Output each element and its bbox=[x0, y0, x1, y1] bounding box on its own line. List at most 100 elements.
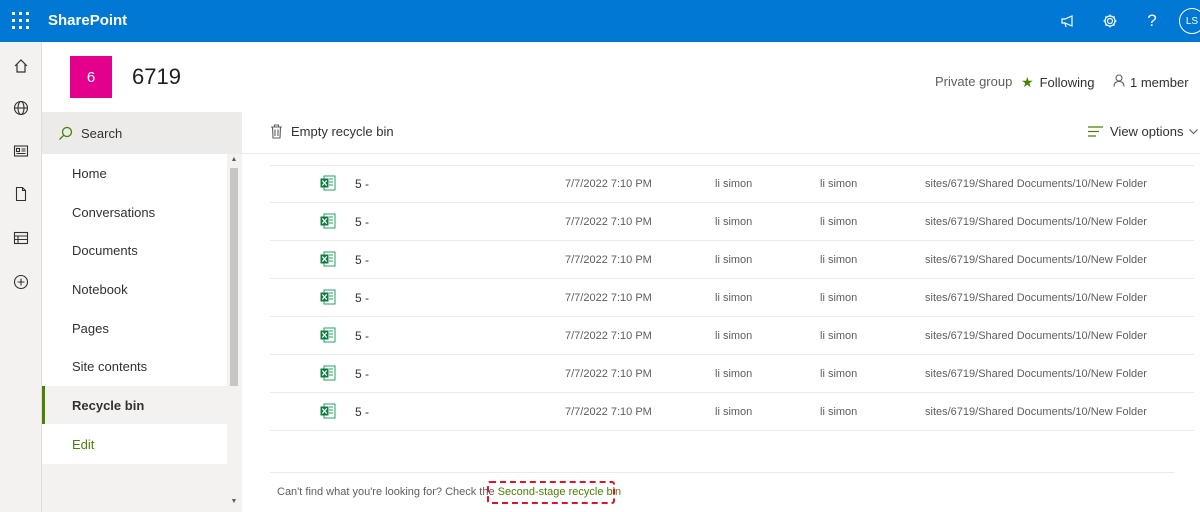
excel-file-icon bbox=[320, 213, 336, 229]
excel-file-icon bbox=[320, 251, 336, 267]
item-name[interactable]: 5 - bbox=[355, 329, 369, 343]
trash-icon bbox=[270, 124, 283, 139]
view-options-button[interactable]: View options bbox=[1088, 124, 1199, 139]
created-by: li simon bbox=[820, 292, 858, 304]
view-options-icon bbox=[1088, 126, 1103, 137]
empty-recycle-bin-label: Empty recycle bin bbox=[291, 124, 394, 139]
site-title[interactable]: 6719 bbox=[132, 64, 181, 90]
table-row[interactable]: 5 - 7/7/2022 7:10 PM li simon li simon s… bbox=[270, 203, 1194, 241]
footer-divider bbox=[270, 472, 1174, 473]
nav-item-pages[interactable]: Pages bbox=[42, 309, 227, 347]
suite-bar: SharePoint ? LS bbox=[0, 0, 1200, 42]
original-location: sites/6719/Shared Documents/10/New Folde… bbox=[925, 178, 1147, 190]
megaphone-icon[interactable] bbox=[1057, 10, 1079, 32]
nav-scrollbar[interactable]: ▲ ▼ bbox=[228, 154, 240, 512]
list-icon[interactable] bbox=[11, 228, 31, 248]
created-by: li simon bbox=[820, 406, 858, 418]
deleted-by: li simon bbox=[715, 216, 753, 228]
scroll-down-icon[interactable]: ▼ bbox=[230, 498, 238, 505]
date-deleted: 7/7/2022 7:10 PM bbox=[565, 292, 652, 304]
nav-item-notebook[interactable]: Notebook bbox=[42, 270, 227, 308]
document-icon[interactable] bbox=[11, 184, 31, 204]
nav-item-edit[interactable]: Edit bbox=[42, 425, 227, 463]
excel-file-icon bbox=[320, 365, 336, 381]
excel-file-icon bbox=[320, 175, 336, 191]
search-icon bbox=[58, 126, 73, 141]
table-row[interactable]: 5 - 7/7/2022 7:10 PM li simon li simon s… bbox=[270, 241, 1194, 279]
privacy-text: Private group bbox=[935, 74, 1013, 89]
deleted-by: li simon bbox=[715, 292, 753, 304]
left-nav: Search Home Conversations Documents Note… bbox=[42, 112, 242, 512]
site-logo[interactable]: 6 bbox=[70, 56, 112, 98]
globe-icon[interactable] bbox=[11, 98, 31, 118]
item-name[interactable]: 5 - bbox=[355, 405, 369, 419]
item-name[interactable]: 5 - bbox=[355, 215, 369, 229]
footer-prompt: Can't find what you're looking for? Chec… bbox=[277, 486, 498, 498]
nav-item-site-contents[interactable]: Site contents bbox=[42, 347, 227, 385]
chevron-down-icon bbox=[1189, 128, 1199, 135]
scroll-up-icon[interactable]: ▲ bbox=[230, 156, 238, 163]
view-options-label: View options bbox=[1110, 124, 1184, 139]
original-location: sites/6719/Shared Documents/10/New Folde… bbox=[925, 406, 1147, 418]
date-deleted: 7/7/2022 7:10 PM bbox=[565, 406, 652, 418]
excel-file-icon bbox=[320, 403, 336, 419]
news-icon[interactable] bbox=[11, 141, 31, 161]
created-by: li simon bbox=[820, 368, 858, 380]
nav-item-home[interactable]: Home bbox=[42, 154, 227, 192]
original-location: sites/6719/Shared Documents/10/New Folde… bbox=[925, 292, 1147, 304]
deleted-by: li simon bbox=[715, 368, 753, 380]
item-name[interactable]: 5 - bbox=[355, 367, 369, 381]
empty-recycle-bin-button[interactable]: Empty recycle bin bbox=[270, 124, 394, 139]
add-icon[interactable] bbox=[11, 272, 31, 292]
table-row[interactable]: 5 - 7/7/2022 7:10 PM li simon li simon s… bbox=[270, 279, 1194, 317]
created-by: li simon bbox=[820, 254, 858, 266]
app-brand[interactable]: SharePoint bbox=[48, 12, 127, 29]
app-rail bbox=[0, 42, 42, 512]
deleted-by: li simon bbox=[715, 406, 753, 418]
original-location: sites/6719/Shared Documents/10/New Folde… bbox=[925, 216, 1147, 228]
nav-search-box[interactable]: Search bbox=[42, 112, 242, 154]
excel-file-icon bbox=[320, 289, 336, 305]
item-name[interactable]: 5 - bbox=[355, 177, 369, 191]
gear-icon[interactable] bbox=[1099, 10, 1121, 32]
members-button[interactable]: 1 member bbox=[1113, 74, 1189, 90]
original-location: sites/6719/Shared Documents/10/New Folde… bbox=[925, 368, 1147, 380]
deleted-by: li simon bbox=[715, 330, 753, 342]
table-row[interactable]: 5 - 7/7/2022 7:10 PM li simon li simon s… bbox=[270, 393, 1194, 431]
date-deleted: 7/7/2022 7:10 PM bbox=[565, 368, 652, 380]
members-label: 1 member bbox=[1130, 74, 1189, 90]
home-icon[interactable] bbox=[11, 56, 31, 76]
privacy-label: Private group bbox=[935, 74, 1012, 89]
created-by: li simon bbox=[820, 216, 858, 228]
nav-item-documents[interactable]: Documents bbox=[42, 231, 227, 269]
avatar[interactable]: LS bbox=[1179, 8, 1200, 34]
table-row[interactable]: 5 - 7/7/2022 7:10 PM li simon li simon s… bbox=[270, 355, 1194, 393]
date-deleted: 7/7/2022 7:10 PM bbox=[565, 216, 652, 228]
date-deleted: 7/7/2022 7:10 PM bbox=[565, 178, 652, 190]
person-icon bbox=[1113, 74, 1125, 90]
nav-item-conversations[interactable]: Conversations bbox=[42, 193, 227, 231]
original-location: sites/6719/Shared Documents/10/New Folde… bbox=[925, 254, 1147, 266]
app-launcher-icon[interactable] bbox=[12, 12, 30, 30]
table-row[interactable]: 5 - 7/7/2022 7:10 PM li simon li simon s… bbox=[270, 165, 1194, 203]
excel-file-icon bbox=[320, 327, 336, 343]
deleted-by: li simon bbox=[715, 178, 753, 190]
scroll-thumb[interactable] bbox=[230, 168, 238, 386]
created-by: li simon bbox=[820, 178, 858, 190]
deleted-by: li simon bbox=[715, 254, 753, 266]
original-location: sites/6719/Shared Documents/10/New Folde… bbox=[925, 330, 1147, 342]
item-name[interactable]: 5 - bbox=[355, 253, 369, 267]
date-deleted: 7/7/2022 7:10 PM bbox=[565, 330, 652, 342]
follow-label: Following bbox=[1039, 75, 1095, 90]
command-bar: Empty recycle bin View options bbox=[242, 112, 1200, 154]
nav-item-recycle-bin[interactable]: Recycle bin bbox=[42, 386, 227, 424]
help-icon[interactable]: ? bbox=[1141, 10, 1163, 32]
item-name[interactable]: 5 - bbox=[355, 291, 369, 305]
star-icon: ★ bbox=[1021, 74, 1034, 90]
nav-search-label: Search bbox=[81, 125, 123, 141]
table-row[interactable]: 5 - 7/7/2022 7:10 PM li simon li simon s… bbox=[270, 317, 1194, 355]
nav-list: Home Conversations Documents Notebook Pa… bbox=[42, 154, 227, 464]
follow-button[interactable]: ★ Following bbox=[1021, 74, 1094, 91]
created-by: li simon bbox=[820, 330, 858, 342]
date-deleted: 7/7/2022 7:10 PM bbox=[565, 254, 652, 266]
